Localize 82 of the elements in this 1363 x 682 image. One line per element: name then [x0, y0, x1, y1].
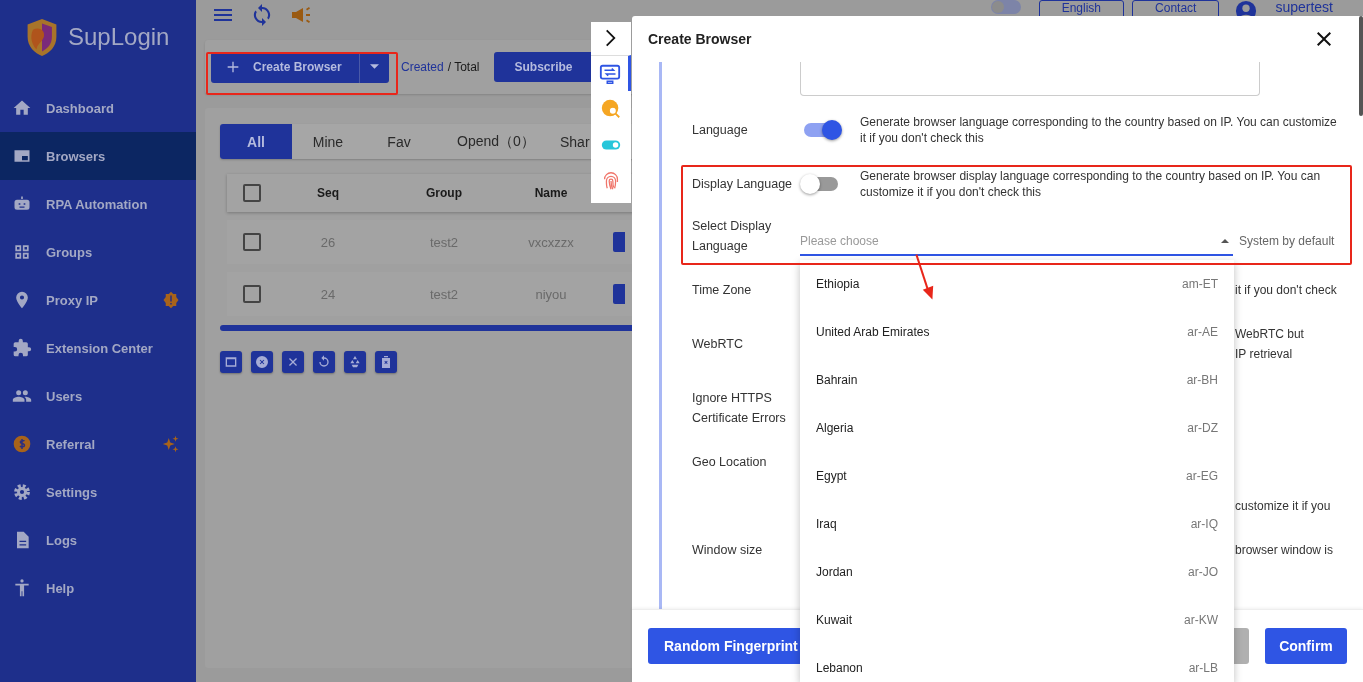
table-cell-text: 26	[319, 234, 337, 250]
action-button[interactable]	[282, 351, 304, 373]
checkbox[interactable]	[243, 285, 261, 303]
table-cell-text: 24	[319, 286, 337, 302]
home-icon	[12, 98, 32, 118]
sparkle-icon	[162, 435, 180, 453]
nav-item[interactable]: Referral	[0, 420, 196, 468]
field-description: browser window is	[1235, 542, 1335, 559]
dropdown-button[interactable]	[359, 51, 389, 83]
action-button[interactable]	[313, 351, 335, 373]
nav-item[interactable]: Browsers	[0, 132, 196, 180]
select-field[interactable]: Please choose	[800, 228, 1233, 256]
refresh-icon	[316, 354, 332, 370]
tab[interactable]: Mine	[292, 124, 364, 159]
field-description: Generate browser language corresponding to the country based on IP. You can customize it if you don't check this	[860, 114, 1338, 146]
checkbox[interactable]	[243, 184, 261, 202]
theme-toggle-icon[interactable]	[990, 0, 1021, 14]
window-icon	[223, 354, 239, 370]
table-cell-text: test2	[428, 234, 460, 250]
gear-icon	[12, 482, 32, 502]
puzzle-icon	[12, 338, 32, 358]
nav-item[interactable]: Logs	[0, 516, 196, 564]
field-description: customize it if you	[1235, 498, 1332, 515]
alert-icon	[162, 291, 180, 309]
menu-item[interactable]: Bahrain ar-BH	[800, 356, 1234, 404]
scrollbar-thumb[interactable]	[1359, 16, 1363, 116]
subscribe-button[interactable]: Subscribe	[493, 52, 594, 82]
action-button[interactable]	[220, 351, 242, 373]
field-description: WebRTC but	[1235, 326, 1305, 343]
menu-item[interactable]: Jordan ar-JO	[800, 548, 1234, 596]
menu-item[interactable]: Egypt ar-EG	[800, 452, 1234, 500]
column-header: Group	[425, 186, 463, 200]
brand-name: SupLogin	[68, 23, 170, 51]
table-cell-text: niyou	[534, 286, 568, 302]
table-cell-text: test2	[428, 286, 460, 302]
menu-item[interactable]: United Arab Emirates ar-AE	[800, 308, 1234, 356]
nav-item[interactable]: Proxy IP	[0, 276, 196, 324]
plus-icon	[225, 59, 241, 75]
caret-icon	[370, 64, 379, 70]
nav-item[interactable]: RPA Automation	[0, 180, 196, 228]
action-button[interactable]	[344, 351, 366, 373]
field-label: Geo Location	[692, 454, 768, 471]
caret-up-icon	[1221, 238, 1229, 244]
field-label: Select Display Language	[692, 218, 773, 255]
field-description: Generate browser display language corresponding to the country based on IP. You can customize it if you don't check this	[860, 168, 1322, 200]
checkbox[interactable]	[243, 233, 261, 251]
monitor-icon[interactable]	[598, 62, 621, 85]
field-description: it if you don't check	[1235, 282, 1338, 299]
field-label: WebRTC	[692, 336, 744, 353]
action-button[interactable]	[375, 351, 397, 373]
figure-icon	[12, 578, 32, 598]
nav-item[interactable]: Extension Center	[0, 324, 196, 372]
field-label: Ignore HTTPS Certificate Errors	[692, 390, 787, 427]
total-label: / Total	[447, 60, 480, 74]
tab[interactable]: Fav	[364, 124, 434, 159]
table-cell-text: vxcxzzx	[527, 234, 575, 250]
coin-icon	[12, 434, 32, 454]
tab[interactable]: Opend（0）	[434, 124, 558, 159]
nav-item[interactable]: Users	[0, 372, 196, 420]
user-name[interactable]: supertest	[1275, 0, 1333, 14]
dialog-title: Create Browser	[648, 31, 752, 47]
field-label: Window size	[692, 542, 764, 559]
grid-icon	[12, 242, 32, 262]
field-label: Display Language	[692, 176, 794, 193]
created-link[interactable]: Created	[401, 60, 444, 74]
nav-item[interactable]: Settings	[0, 468, 196, 516]
nav-item[interactable]: Help	[0, 564, 196, 612]
confirm-button[interactable]: Confirm	[1265, 628, 1347, 664]
tab[interactable]: All	[220, 124, 292, 159]
column-header: Seq	[316, 186, 340, 200]
tab[interactable]: Shar	[558, 124, 590, 159]
create-browser-button[interactable]: Create Browser	[211, 51, 359, 83]
nav-item[interactable]: Groups	[0, 228, 196, 276]
column-header: Name	[533, 186, 569, 200]
nav-item[interactable]: Dashboard	[0, 84, 196, 132]
field-label: Language	[692, 122, 749, 139]
action-button[interactable]	[251, 351, 273, 373]
field-description: IP retrieval	[1235, 346, 1294, 363]
menu-item[interactable]: Iraq ar-IQ	[800, 500, 1234, 548]
field-label: Time Zone	[692, 282, 753, 299]
hint-text: System by default	[1239, 234, 1335, 250]
menu-item[interactable]: Algeria ar-DZ	[800, 404, 1234, 452]
